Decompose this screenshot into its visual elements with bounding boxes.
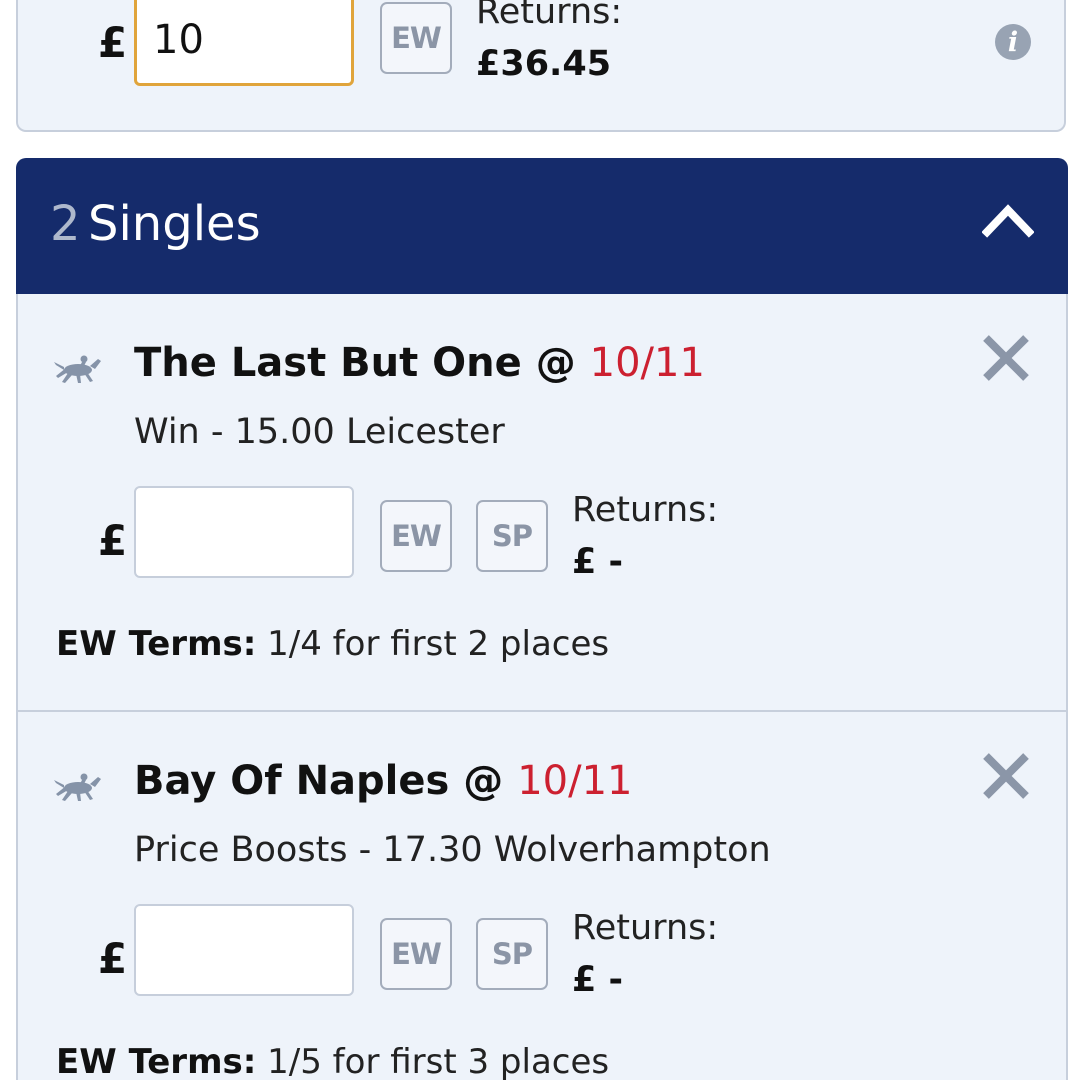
close-icon[interactable] xyxy=(980,332,1032,384)
horse-racing-icon xyxy=(54,355,101,383)
market-description: Win - 15.00 Leicester xyxy=(134,412,505,452)
single-bet-card: The Last But One @ 10/11 Win - 15.00 Lei… xyxy=(16,294,1068,712)
currency-symbol: £ xyxy=(98,516,128,565)
selection-label: Bay Of Naples @ xyxy=(134,758,504,804)
selection-name: The Last But One @ 10/11 xyxy=(134,340,705,386)
single-bet-card: Bay Of Naples @ 10/11 Price Boosts - 17.… xyxy=(16,712,1068,1080)
odds[interactable]: 10/11 xyxy=(590,340,705,386)
ew-terms-value: 1/5 for first 3 places xyxy=(267,1042,610,1080)
each-way-toggle[interactable]: EW xyxy=(380,500,452,572)
selection-name: Bay Of Naples @ 10/11 xyxy=(134,758,632,804)
section-title: Singles xyxy=(88,196,261,252)
close-icon[interactable] xyxy=(980,750,1032,802)
ew-terms-value: 1/4 for first 2 places xyxy=(267,624,610,664)
info-icon[interactable]: i xyxy=(995,24,1031,60)
returns-label: Returns: xyxy=(572,908,719,948)
returns-value: £36.45 xyxy=(476,44,612,84)
currency-symbol: £ xyxy=(98,18,128,67)
singles-count: 2 xyxy=(50,196,81,252)
starting-price-toggle[interactable]: SP xyxy=(476,918,548,990)
chevron-up-icon[interactable] xyxy=(982,198,1034,238)
market-description: Price Boosts - 17.30 Wolverhampton xyxy=(134,830,771,870)
bet-slip: £ EW Returns: £36.45 i 2 Singles xyxy=(0,0,1080,1080)
stake-input[interactable] xyxy=(134,904,354,996)
ew-terms: EW Terms: 1/5 for first 3 places xyxy=(56,1042,609,1080)
selection-label: The Last But One @ xyxy=(134,340,576,386)
each-way-toggle[interactable]: EW xyxy=(380,2,452,74)
singles-section-header[interactable]: 2 Singles xyxy=(16,158,1068,294)
returns-value: £ - xyxy=(572,542,624,582)
returns-label: Returns: xyxy=(476,0,623,32)
returns-label: Returns: xyxy=(572,490,719,530)
starting-price-toggle[interactable]: SP xyxy=(476,500,548,572)
ew-terms-label: EW Terms: xyxy=(56,624,257,664)
returns-value: £ - xyxy=(572,960,624,1000)
currency-symbol: £ xyxy=(98,934,128,983)
stake-input[interactable] xyxy=(134,486,354,578)
odds[interactable]: 10/11 xyxy=(517,758,632,804)
ew-terms: EW Terms: 1/4 for first 2 places xyxy=(56,624,609,664)
ew-terms-label: EW Terms: xyxy=(56,1042,257,1080)
horse-racing-icon xyxy=(54,773,101,801)
accumulator-bet-card: £ EW Returns: £36.45 i xyxy=(16,0,1066,132)
each-way-toggle[interactable]: EW xyxy=(380,918,452,990)
stake-input[interactable] xyxy=(134,0,354,86)
